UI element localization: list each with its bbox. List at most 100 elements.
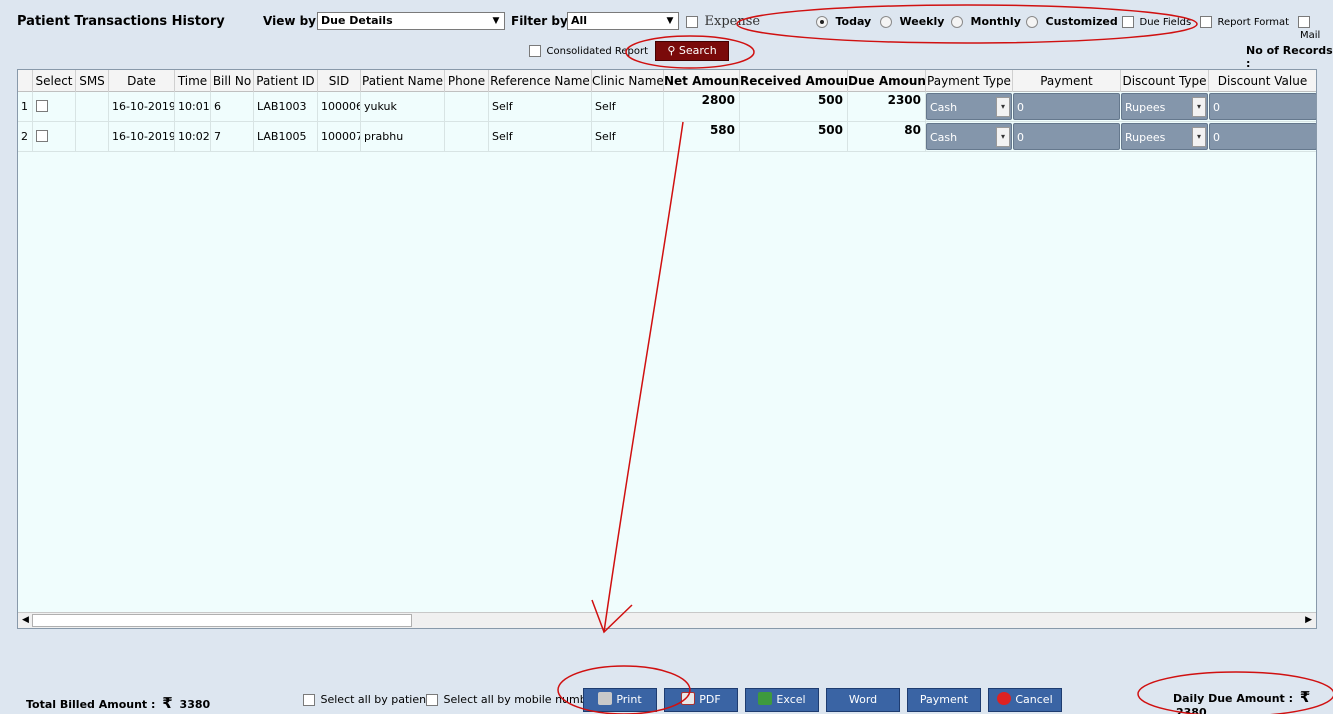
transactions-grid[interactable]: Select SMS Date Time Bill No Patient ID … xyxy=(17,69,1317,629)
col-bill-no[interactable]: Bill No xyxy=(211,70,254,92)
discount-type-select[interactable]: Rupees ▾ xyxy=(1121,123,1208,150)
col-due-amount[interactable]: Due Amount xyxy=(848,70,926,92)
col-phone[interactable]: Phone xyxy=(445,70,489,92)
search-button-label: Search xyxy=(678,44,717,57)
col-date[interactable]: Date xyxy=(109,70,175,92)
payment-button[interactable]: Payment xyxy=(907,688,981,712)
payment-button-label: Payment xyxy=(919,693,969,706)
payment-input[interactable]: 0 xyxy=(1013,93,1120,120)
report-format-option[interactable]: Report Format xyxy=(1200,15,1289,28)
col-received-amount[interactable]: Received Amount xyxy=(740,70,848,92)
select-all-by-mobile-checkbox[interactable] xyxy=(426,694,438,706)
select-all-by-mobile[interactable]: Select all by mobile number xyxy=(426,693,598,706)
row-select-checkbox[interactable] xyxy=(36,100,48,112)
due-fields-checkbox[interactable] xyxy=(1122,16,1134,28)
chevron-down-icon: ▼ xyxy=(666,16,674,26)
chevron-down-icon[interactable]: ▾ xyxy=(1192,127,1206,147)
discount-value-input[interactable]: 0 xyxy=(1209,93,1316,120)
row-received-amount: 500 xyxy=(740,122,848,152)
chevron-down-icon: ▼ xyxy=(492,16,500,26)
col-discount-type[interactable]: Discount Type xyxy=(1121,70,1209,92)
filter-by-label: Filter by xyxy=(511,14,568,28)
payment-type-select[interactable]: Cash ▾ xyxy=(926,123,1012,150)
table-row[interactable]: 2 16-10-2019 10:02 7 LAB1005 100007 prab… xyxy=(18,122,1316,152)
consolidated-report-option[interactable]: Consolidated Report xyxy=(529,44,648,57)
select-all-by-patient-checkbox[interactable] xyxy=(303,694,315,706)
row-sms xyxy=(76,92,109,122)
word-button-label: Word xyxy=(848,693,878,706)
payment-type-value: Cash xyxy=(930,131,958,144)
scroll-left-icon[interactable]: ◀ xyxy=(22,615,29,625)
expense-checkbox-group[interactable]: Expense xyxy=(686,14,760,29)
row-patient-id: LAB1003 xyxy=(254,92,318,122)
expense-checkbox[interactable] xyxy=(686,16,698,28)
radio-customized[interactable]: Customized xyxy=(1026,15,1118,28)
col-clinic-name[interactable]: Clinic Name xyxy=(592,70,664,92)
pdf-button[interactable]: PDF xyxy=(664,688,738,712)
col-discount-value[interactable]: Discount Value xyxy=(1209,70,1316,92)
print-button[interactable]: Print xyxy=(583,688,657,712)
due-fields-option[interactable]: Due Fields xyxy=(1122,15,1191,28)
payment-type-select[interactable]: Cash ▾ xyxy=(926,93,1012,120)
view-by-label: View by xyxy=(263,14,317,28)
filter-by-select[interactable]: All ▼ xyxy=(567,12,679,30)
scroll-right-icon[interactable]: ▶ xyxy=(1305,615,1312,625)
radio-today[interactable]: Today xyxy=(816,15,871,28)
col-time[interactable]: Time xyxy=(175,70,211,92)
radio-monthly[interactable]: Monthly xyxy=(951,15,1021,28)
col-select[interactable]: Select xyxy=(33,70,76,92)
row-due-amount: 2300 xyxy=(848,92,926,122)
table-row[interactable]: 1 16-10-2019 10:01 6 LAB1003 100006 yuku… xyxy=(18,92,1316,122)
select-all-by-mobile-label: Select all by mobile number xyxy=(443,693,599,706)
mail-label: Mail xyxy=(1300,30,1321,41)
row-bill-no: 7 xyxy=(211,122,254,152)
view-by-select[interactable]: Due Details ▼ xyxy=(317,12,505,30)
printer-icon xyxy=(598,692,613,705)
col-patient-name[interactable]: Patient Name xyxy=(361,70,445,92)
chevron-down-icon[interactable]: ▾ xyxy=(1192,97,1206,117)
col-reference-name[interactable]: Reference Name xyxy=(489,70,592,92)
word-button[interactable]: Word xyxy=(826,688,900,712)
cancel-button-label: Cancel xyxy=(1015,693,1053,706)
radio-button[interactable] xyxy=(880,16,892,28)
mail-option[interactable]: Mail xyxy=(1298,15,1333,41)
search-icon: ⚲ xyxy=(667,44,676,57)
search-button[interactable]: ⚲ Search xyxy=(655,41,729,61)
row-received-amount: 500 xyxy=(740,92,848,122)
horizontal-scrollbar[interactable]: ◀ ▶ xyxy=(18,612,1316,628)
col-payment[interactable]: Payment xyxy=(1013,70,1121,92)
col-sid[interactable]: SID xyxy=(318,70,361,92)
radio-monthly-label: Monthly xyxy=(970,15,1021,28)
row-clinic-name: Self xyxy=(592,122,664,152)
col-net-amount[interactable]: Net Amount xyxy=(664,70,740,92)
row-patient-id: LAB1005 xyxy=(254,122,318,152)
chevron-down-icon[interactable]: ▾ xyxy=(996,97,1010,117)
total-billed: Total Billed Amount : ₹ 3380 xyxy=(26,694,210,712)
row-reference-name: Self xyxy=(489,122,592,152)
scrollbar-thumb[interactable] xyxy=(32,614,412,627)
mail-checkbox[interactable] xyxy=(1298,16,1310,28)
radio-button[interactable] xyxy=(816,16,828,28)
payment-input[interactable]: 0 xyxy=(1013,123,1120,150)
radio-button[interactable] xyxy=(951,16,963,28)
records-count-label: No of Records : xyxy=(1246,44,1333,70)
cancel-button[interactable]: Cancel xyxy=(988,688,1062,712)
discount-type-value: Rupees xyxy=(1125,101,1166,114)
chevron-down-icon[interactable]: ▾ xyxy=(996,127,1010,147)
pdf-icon xyxy=(681,692,696,705)
report-format-checkbox[interactable] xyxy=(1200,16,1212,28)
consolidated-report-checkbox[interactable] xyxy=(529,45,541,57)
radio-weekly[interactable]: Weekly xyxy=(880,15,944,28)
col-patient-id[interactable]: Patient ID xyxy=(254,70,318,92)
discount-value-input[interactable]: 0 xyxy=(1209,123,1316,150)
row-sms xyxy=(76,122,109,152)
excel-button[interactable]: Excel xyxy=(745,688,819,712)
page-title: Patient Transactions History xyxy=(17,14,225,29)
discount-type-select[interactable]: Rupees ▾ xyxy=(1121,93,1208,120)
row-select-checkbox[interactable] xyxy=(36,130,48,142)
row-time: 10:01 xyxy=(175,92,211,122)
col-payment-type[interactable]: Payment Type xyxy=(926,70,1013,92)
select-all-by-patient[interactable]: Select all by patient xyxy=(303,693,430,706)
col-sms[interactable]: SMS xyxy=(76,70,109,92)
radio-button[interactable] xyxy=(1026,16,1038,28)
